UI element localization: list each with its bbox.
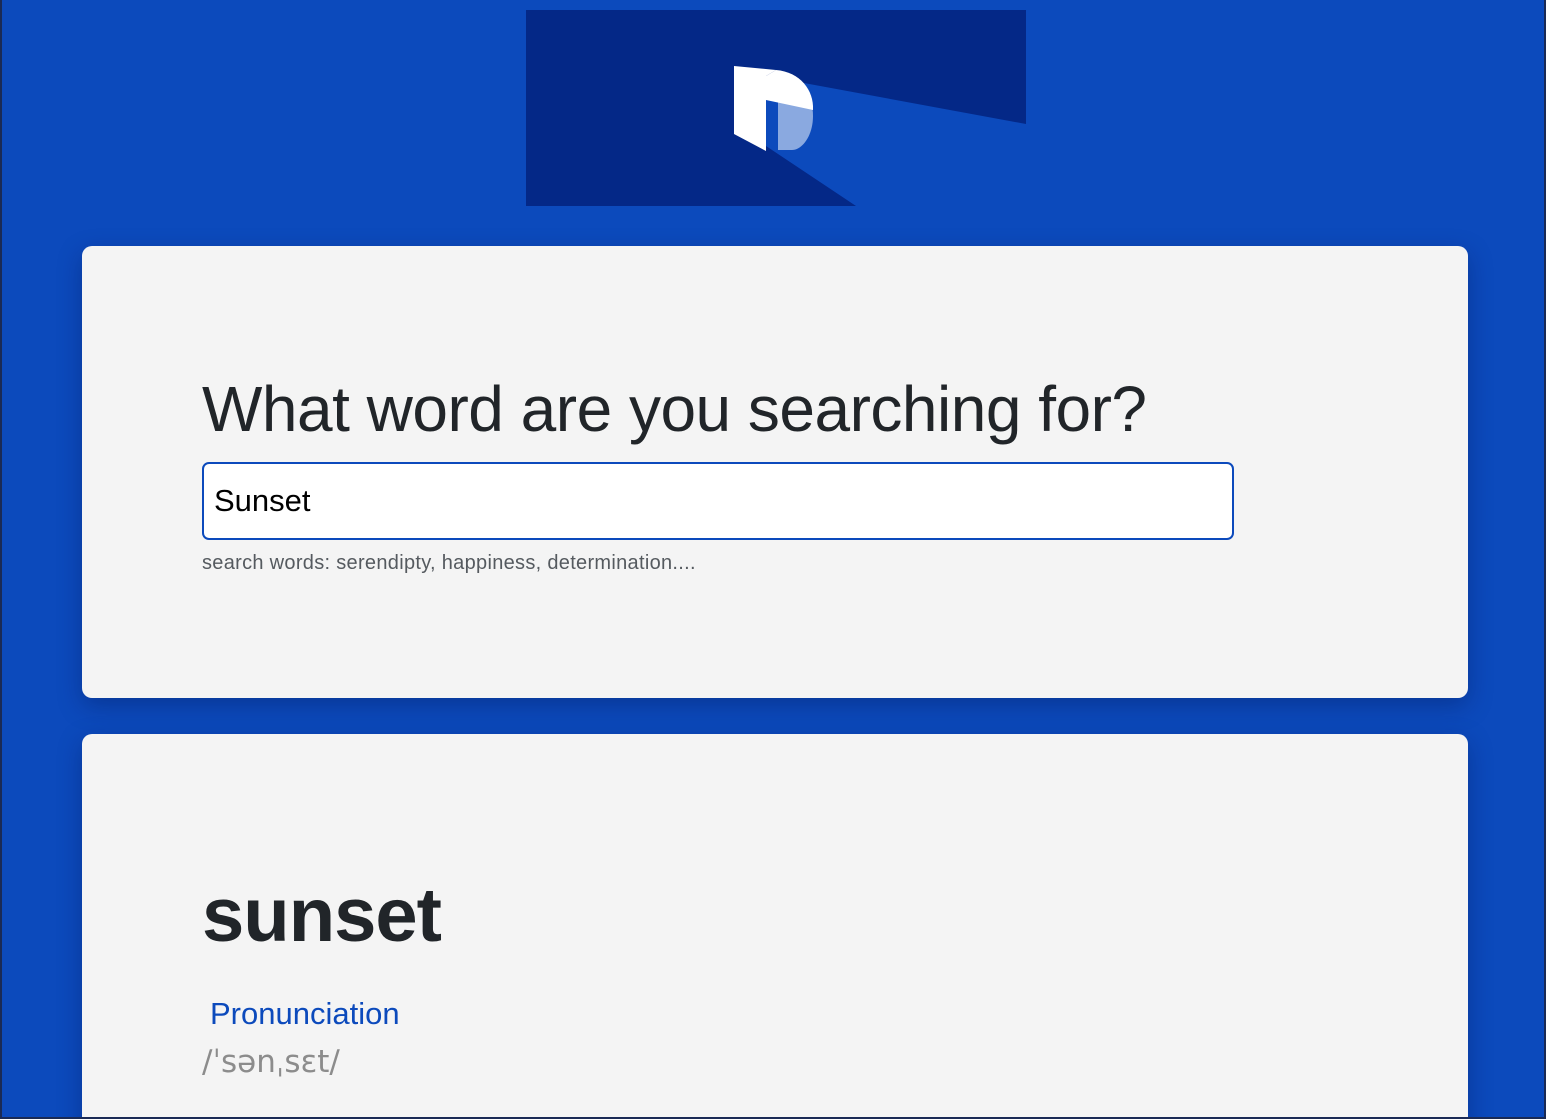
dictionary-d-logo-icon: [526, 10, 1026, 206]
word-title: sunset: [202, 873, 442, 958]
search-hint: search words: serendipty, happiness, det…: [202, 552, 696, 574]
phonetic-text: /ˈsənˌsɛt/: [202, 1044, 340, 1080]
result-card: sunset Pronunciation /ˈsənˌsɛt/: [82, 734, 1468, 1117]
logo-banner: [526, 10, 1026, 206]
page: What word are you searching for? search …: [0, 0, 1546, 1119]
search-card: What word are you searching for? search …: [82, 246, 1468, 698]
search-heading: What word are you searching for?: [202, 373, 1147, 445]
search-input[interactable]: [202, 462, 1234, 540]
pronunciation-link[interactable]: Pronunciation: [210, 996, 400, 1032]
